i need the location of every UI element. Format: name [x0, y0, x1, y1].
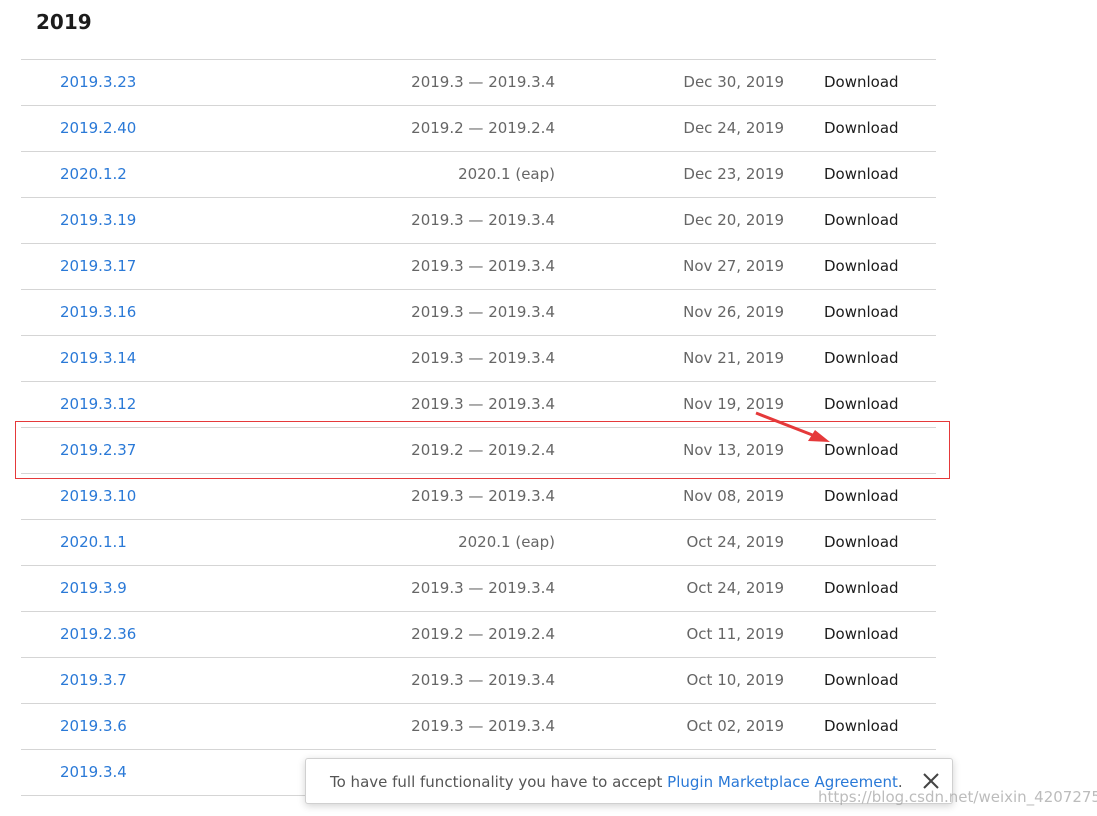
version-link[interactable]: 2019.3.4 — [60, 750, 127, 795]
release-date: Dec 23, 2019 — [683, 165, 784, 183]
table-row: 2019.3.16 2019.3 — 2019.3.4 Nov 26, 2019 Do… — [21, 290, 936, 336]
year-heading: 2019 — [36, 10, 92, 34]
compatibility-range: 2019.3 — 2019.3.4 — [411, 717, 555, 735]
download-link[interactable]: Download — [824, 152, 899, 197]
compatibility-range: 2020.1 (eap) — [458, 165, 555, 183]
compatibility-range: 2019.3 — 2019.3.4 — [411, 671, 555, 689]
release-date: Nov 13, 2019 — [683, 441, 784, 459]
table-row: 2020.1.2 2020.1 (eap) Dec 23, 2019 Download — [21, 152, 936, 198]
download-link[interactable]: Download — [824, 428, 899, 473]
download-link[interactable]: Download — [824, 106, 899, 151]
version-link[interactable]: 2019.2.40 — [60, 106, 136, 151]
compatibility-range: 2019.2 — 2019.2.4 — [411, 625, 555, 643]
version-link[interactable]: 2019.3.17 — [60, 244, 136, 289]
download-link[interactable]: Download — [824, 704, 899, 749]
version-link[interactable]: 2020.1.1 — [60, 520, 127, 565]
version-link[interactable]: 2019.3.9 — [60, 566, 127, 611]
table-row: 2019.2.40 2019.2 — 2019.2.4 Dec 24, 2019 Do… — [21, 106, 936, 152]
download-link[interactable]: Download — [824, 290, 899, 335]
table-row: 2019.3.7 2019.3 — 2019.3.4 Oct 10, 2019 Dow… — [21, 658, 936, 704]
compatibility-range: 2019.3 — 2019.3.4 — [411, 211, 555, 229]
version-link[interactable]: 2019.3.16 — [60, 290, 136, 335]
compatibility-range: 2019.2 — 2019.2.4 — [411, 119, 555, 137]
release-date: Nov 19, 2019 — [683, 395, 784, 413]
table-row: 2019.3.10 2019.3 — 2019.3.4 Nov 08, 2019 Do… — [21, 474, 936, 520]
table-row: 2019.2.37 2019.2 — 2019.2.4 Nov 13, 2019 Do… — [21, 428, 936, 474]
version-link[interactable]: 2019.3.10 — [60, 474, 136, 519]
download-link[interactable]: Download — [824, 244, 899, 289]
version-link[interactable]: 2019.3.23 — [60, 60, 136, 105]
compatibility-range: 2019.3 — 2019.3.4 — [411, 579, 555, 597]
download-link[interactable]: Download — [824, 658, 899, 703]
download-link[interactable]: Download — [824, 198, 899, 243]
download-link[interactable]: Download — [824, 382, 899, 427]
version-link[interactable]: 2019.3.19 — [60, 198, 136, 243]
release-date: Dec 20, 2019 — [683, 211, 784, 229]
version-link[interactable]: 2020.1.2 — [60, 152, 127, 197]
version-link[interactable]: 2019.3.14 — [60, 336, 136, 381]
compatibility-range: 2019.3 — 2019.3.4 — [411, 257, 555, 275]
release-date: Oct 24, 2019 — [686, 533, 785, 551]
version-link[interactable]: 2019.3.12 — [60, 382, 136, 427]
release-date: Nov 27, 2019 — [683, 257, 784, 275]
release-date: Nov 08, 2019 — [683, 487, 784, 505]
compatibility-range: 2019.3 — 2019.3.4 — [411, 73, 555, 91]
notice-message: To have full functionality you have to a… — [330, 773, 668, 791]
table-row: 2019.3.23 2019.3 — 2019.3.4 Dec 30, 2019 Do… — [21, 60, 936, 106]
compatibility-range: 2019.2 — 2019.2.4 — [411, 441, 555, 459]
release-date: Nov 26, 2019 — [683, 303, 784, 321]
version-link[interactable]: 2019.3.6 — [60, 704, 127, 749]
version-link[interactable]: 2019.3.7 — [60, 658, 127, 703]
version-link[interactable]: 2019.2.37 — [60, 428, 136, 473]
download-link[interactable]: Download — [824, 336, 899, 381]
table-row: 2020.1.1 2020.1 (eap) Oct 24, 2019 Download — [21, 520, 936, 566]
version-link[interactable]: 2019.2.36 — [60, 612, 136, 657]
compatibility-range: 2020.1 (eap) — [458, 533, 555, 551]
notice-text: To have full functionality you have to a… — [330, 759, 903, 805]
compatibility-range: 2019.3 — 2019.3.4 — [411, 349, 555, 367]
table-row: 2019.3.19 2019.3 — 2019.3.4 Dec 20, 2019 Do… — [21, 198, 936, 244]
table-row: 2019.3.9 2019.3 — 2019.3.4 Oct 24, 2019 Dow… — [21, 566, 936, 612]
table-row: 2019.3.17 2019.3 — 2019.3.4 Nov 27, 2019 Do… — [21, 244, 936, 290]
compatibility-range: 2019.3 — 2019.3.4 — [411, 303, 555, 321]
plugin-versions-page: 2019 2019.3.23 2019.3 — 2019.3.4 Dec 30, 2… — [0, 0, 1097, 816]
download-link[interactable]: Download — [824, 566, 899, 611]
table-row: 2019.3.12 2019.3 — 2019.3.4 Nov 19, 2019 Do… — [21, 382, 936, 428]
table-row: 2019.3.6 2019.3 — 2019.3.4 Oct 02, 2019 Dow… — [21, 704, 936, 750]
release-date: Oct 11, 2019 — [686, 625, 785, 643]
download-link[interactable]: Download — [824, 612, 899, 657]
release-date: Oct 24, 2019 — [686, 579, 785, 597]
release-date: Dec 24, 2019 — [683, 119, 784, 137]
compatibility-range: 2019.3 — 2019.3.4 — [411, 395, 555, 413]
release-date: Dec 30, 2019 — [683, 73, 784, 91]
release-date: Nov 21, 2019 — [683, 349, 784, 367]
versions-table: 2019.3.23 2019.3 — 2019.3.4 Dec 30, 2019 Do… — [21, 59, 936, 796]
release-date: Oct 10, 2019 — [686, 671, 785, 689]
table-row: 2019.2.36 2019.2 — 2019.2.4 Oct 11, 2019 Do… — [21, 612, 936, 658]
watermark: https://blog.csdn.net/weixin_42072754 — [818, 788, 1097, 806]
download-link[interactable]: Download — [824, 60, 899, 105]
table-row: 2019.3.14 2019.3 — 2019.3.4 Nov 21, 2019 Do… — [21, 336, 936, 382]
release-date: Oct 02, 2019 — [686, 717, 785, 735]
download-link[interactable]: Download — [824, 474, 899, 519]
compatibility-range: 2019.3 — 2019.3.4 — [411, 487, 555, 505]
download-link[interactable]: Download — [824, 520, 899, 565]
